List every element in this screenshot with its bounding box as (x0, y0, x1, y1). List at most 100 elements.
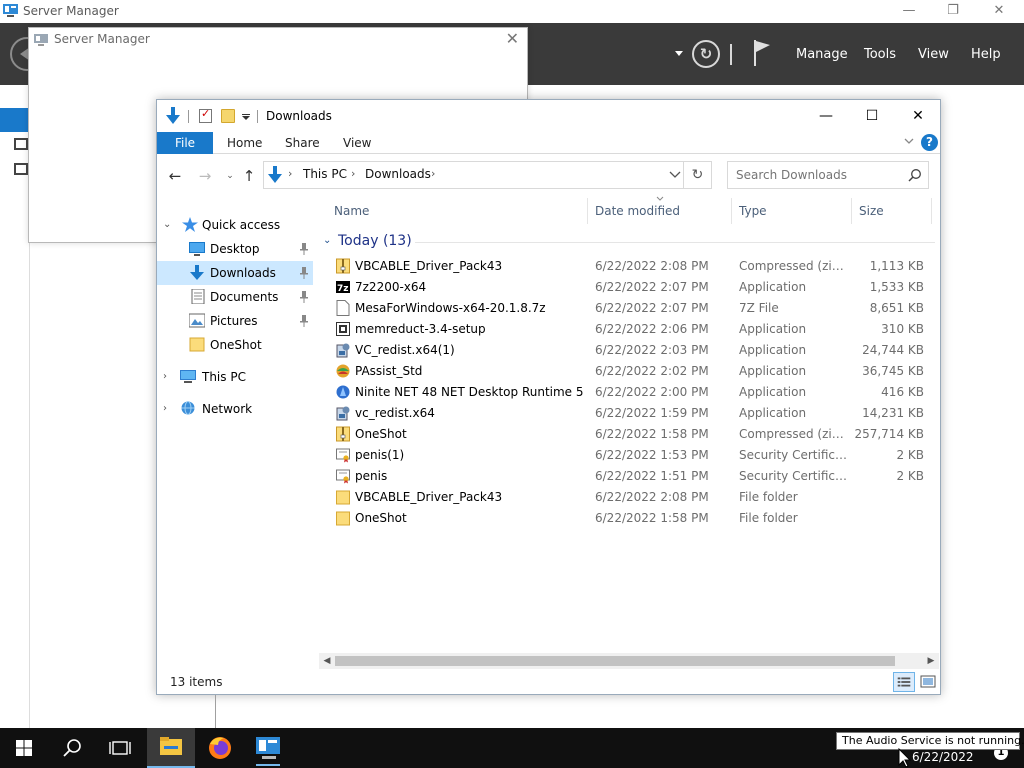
nav-item-documents[interactable]: Documents (157, 285, 313, 309)
tab-share[interactable]: Share (285, 132, 320, 154)
table-row[interactable]: 7z 7z2200-x64 6/22/2022 2:07 PM Application… (319, 277, 934, 298)
table-row[interactable]: VBCABLE_Driver_Pack43 6/22/2022 2:08 PM Fi… (319, 487, 934, 508)
column-header-name[interactable]: Name (334, 204, 369, 218)
table-row[interactable]: penis 6/22/2022 1:51 PM Security Certifica… (319, 466, 934, 487)
zip-folder-icon (336, 426, 350, 442)
help-icon[interactable]: ? (921, 134, 938, 151)
nav-item-oneshot[interactable]: OneShot (157, 333, 313, 357)
column-divider[interactable] (851, 198, 852, 224)
task-view-icon[interactable] (96, 728, 144, 768)
firefox-icon[interactable] (196, 728, 244, 768)
collapsed-chevron-icon[interactable]: › (163, 403, 167, 414)
back-button[interactable]: ← (164, 165, 186, 187)
expanded-chevron-icon[interactable]: ⌄ (163, 219, 171, 230)
dashboard-nav-item[interactable] (0, 108, 30, 132)
table-row[interactable]: OneShot 6/22/2022 1:58 PM File folder (319, 508, 934, 529)
nav-item-network[interactable]: › Network (157, 397, 313, 421)
download-arrow-icon[interactable] (165, 107, 181, 125)
breadcrumb-chevron-icon[interactable]: › (351, 167, 355, 180)
table-row[interactable]: OneShot 6/22/2022 1:58 PM Compressed (zipp… (319, 424, 934, 445)
collapsed-chevron-icon[interactable]: › (163, 371, 167, 382)
search-input[interactable] (728, 162, 904, 188)
breadcrumb-chevron-icon[interactable]: › (288, 167, 292, 180)
up-button[interactable]: ↑ (238, 165, 260, 187)
scroll-left-arrow-icon[interactable]: ◀ (319, 653, 335, 669)
column-divider[interactable] (587, 198, 588, 224)
pin-icon[interactable] (299, 267, 309, 279)
new-folder-icon[interactable] (221, 109, 235, 123)
group-collapse-chevron-icon[interactable]: ⌄ (323, 235, 331, 246)
search-box[interactable] (727, 161, 929, 189)
table-row[interactable]: penis(1) 6/22/2022 1:53 PM Security Certif… (319, 445, 934, 466)
file-name: vc_redist.x64 (355, 406, 435, 420)
details-view-icon[interactable] (893, 672, 915, 692)
network-icon (181, 401, 195, 415)
forward-button[interactable]: → (194, 165, 216, 187)
scrollbar-thumb[interactable] (335, 656, 895, 666)
pin-icon[interactable] (299, 291, 309, 303)
refresh-icon[interactable]: ↻ (692, 40, 720, 68)
file-explorer-taskbar-button[interactable] (147, 728, 195, 768)
breadcrumb-downloads[interactable]: Downloads (365, 167, 431, 181)
view-menu[interactable]: View (918, 47, 949, 62)
refresh-button[interactable]: ↻ (684, 161, 712, 189)
column-header-size[interactable]: Size (859, 204, 884, 218)
nav-item-downloads[interactable]: Downloads (157, 261, 313, 285)
expand-ribbon-chevron-icon[interactable] (904, 136, 914, 146)
start-windows-icon[interactable] (0, 728, 48, 768)
table-row[interactable]: memreduct-3.4-setup 6/22/2022 2:06 PM Appl… (319, 319, 934, 340)
search-icon[interactable] (48, 728, 96, 768)
clock-date[interactable]: 6/22/2022 (912, 750, 974, 764)
customize-qat-chevron-icon[interactable] (242, 114, 250, 120)
table-row[interactable]: Ninite NET 48 NET Desktop Runtime 5 Ins.… (319, 382, 934, 403)
help-menu[interactable]: Help (971, 47, 1001, 62)
sm-restore-button[interactable]: ❐ (930, 0, 976, 23)
table-row[interactable]: VBCABLE_Driver_Pack43 6/22/2022 2:08 PM Co… (319, 256, 934, 277)
column-header-type[interactable]: Type (739, 204, 767, 218)
nav-item-this-pc[interactable]: › This PC (157, 365, 313, 389)
close-button[interactable]: ✕ (895, 100, 941, 132)
tools-menu[interactable]: Tools (864, 47, 896, 62)
table-row[interactable]: MesaForWindows-x64-20.1.8.7z 6/22/2022 2:… (319, 298, 934, 319)
nav-item-pictures[interactable]: Pictures (157, 309, 313, 333)
notifications-flag-icon[interactable] (752, 40, 772, 66)
file-size: 14,231 KB (862, 406, 924, 420)
large-icons-view-icon[interactable] (917, 672, 939, 692)
tab-view[interactable]: View (343, 132, 371, 154)
nav-label: Downloads (210, 266, 276, 280)
popup-title: Server Manager (54, 32, 150, 46)
minimize-button[interactable]: — (803, 100, 849, 132)
server-manager-taskbar-icon[interactable] (244, 728, 292, 768)
column-header-date[interactable]: Date modified (595, 204, 680, 218)
maximize-button[interactable]: ☐ (849, 100, 895, 132)
sm-minimize-button[interactable]: — (886, 0, 932, 23)
tab-file[interactable]: File (157, 132, 213, 154)
address-bar[interactable]: › This PC › Downloads › (263, 161, 684, 189)
tab-home[interactable]: Home (227, 132, 262, 154)
table-row[interactable]: vc_redist.x64 6/22/2022 1:59 PM Applicatio… (319, 403, 934, 424)
breadcrumb-chevron-icon[interactable]: › (431, 167, 435, 180)
server-manager-nav-strip (0, 85, 30, 728)
local-server-icon[interactable] (14, 138, 28, 150)
popup-close-button[interactable]: ✕ (506, 29, 519, 48)
sm-close-button[interactable]: ✕ (976, 0, 1022, 23)
nav-item-desktop[interactable]: Desktop (157, 237, 313, 261)
table-row[interactable]: VC_redist.x64(1) 6/22/2022 2:03 PM Applica… (319, 340, 934, 361)
nav-item-quick-access[interactable]: ⌄ Quick access (157, 213, 313, 237)
pin-icon[interactable] (299, 315, 309, 327)
all-servers-icon[interactable] (14, 163, 28, 175)
pin-icon[interactable] (299, 243, 309, 255)
manage-menu[interactable]: Manage (796, 47, 848, 62)
group-header-today[interactable]: ⌄ Today (13) (319, 232, 935, 252)
breadcrumb-this-pc[interactable]: This PC (303, 167, 347, 181)
table-row[interactable]: PAssist_Std 6/22/2022 2:02 PM Application 3… (319, 361, 934, 382)
search-icon[interactable] (908, 168, 922, 182)
scroll-right-arrow-icon[interactable]: ▶ (923, 653, 939, 669)
column-divider[interactable] (731, 198, 732, 224)
horizontal-scrollbar[interactable]: ◀ ▶ (319, 653, 939, 669)
column-divider[interactable] (931, 198, 932, 224)
file-type: Security Certificate (739, 469, 849, 483)
chevron-down-icon[interactable] (675, 51, 683, 56)
desktop-icon (189, 242, 205, 256)
properties-icon[interactable] (199, 107, 212, 123)
